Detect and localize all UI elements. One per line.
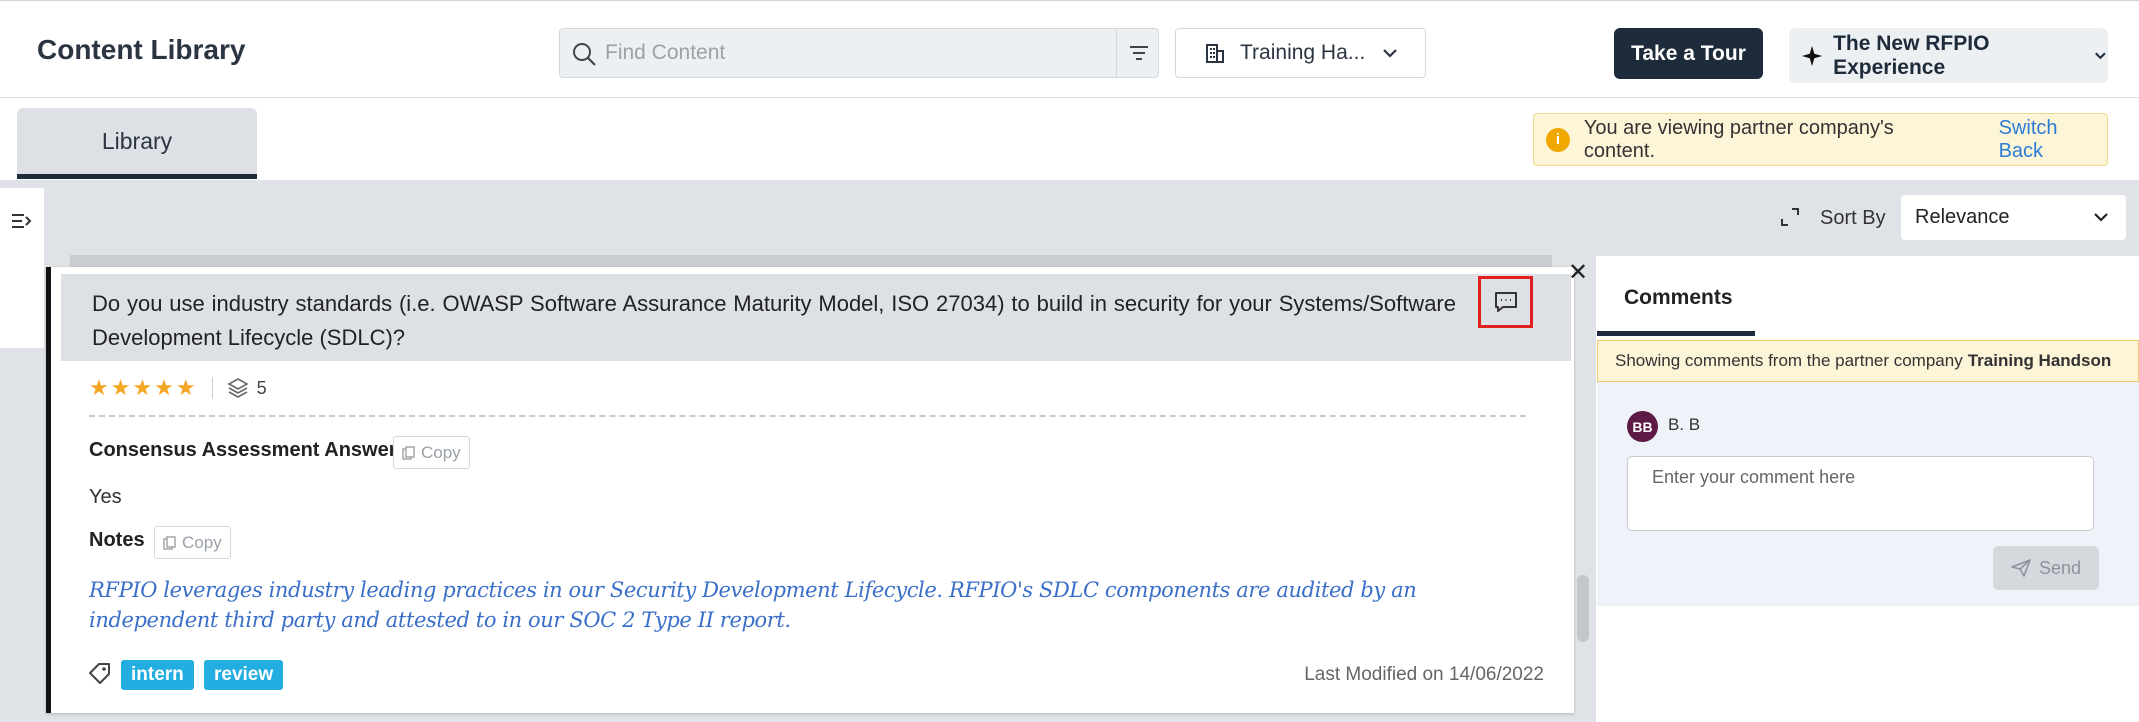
- divider: [211, 377, 213, 399]
- app-header: Content Library Training Ha... Take a: [0, 0, 2139, 98]
- send-button[interactable]: Send: [1993, 546, 2099, 590]
- send-label: Send: [2038, 557, 2082, 578]
- content-card: Do you use industry standards (i.e. OWAS…: [46, 267, 1574, 713]
- layers-count: 5: [256, 377, 267, 398]
- company-select[interactable]: Training Ha...: [1175, 28, 1426, 78]
- layers-icon: [226, 378, 249, 398]
- sort-by-label: Sort By: [1820, 207, 1886, 229]
- tag-icon: [89, 663, 110, 684]
- sparkle-icon: [1801, 45, 1823, 66]
- copy-notes-button[interactable]: Copy: [154, 526, 231, 559]
- sidebar-strip: [0, 253, 44, 348]
- sort-select[interactable]: Relevance: [1901, 195, 2126, 240]
- question-header: Do you use industry standards (i.e. OWAS…: [61, 274, 1571, 361]
- notes-text: RFPIO leverages industry leading practic…: [89, 578, 1417, 632]
- search-bar: [559, 28, 1159, 78]
- comments-tab-indicator: [1597, 331, 1755, 336]
- avatar: BB: [1627, 411, 1658, 442]
- expand-sidebar-icon: [12, 213, 32, 228]
- partner-banner-text: Showing comments from the partner compan…: [1615, 351, 1963, 370]
- sort-select-value: Relevance: [1915, 206, 2010, 228]
- comment-composer: BB B. B Send: [1597, 382, 2139, 606]
- copy-label: Copy: [182, 532, 222, 552]
- answers-label: Consensus Assessment Answers: [89, 439, 408, 461]
- info-icon: i: [1546, 127, 1570, 152]
- card-stack-edge: [70, 255, 1552, 267]
- chevron-down-icon: [1383, 49, 1397, 58]
- last-modified: Last Modified on 14/06/2022: [1304, 664, 1544, 686]
- copy-answer-button[interactable]: Copy: [393, 436, 470, 469]
- chevron-down-icon: [2095, 52, 2106, 59]
- expand-icon[interactable]: [1778, 205, 1802, 229]
- new-experience-label: The New RFPIO Experience: [1833, 31, 1990, 79]
- close-panel-button[interactable]: ✕: [1568, 258, 1588, 287]
- partner-notice: i You are viewing partner company's cont…: [1533, 113, 2108, 166]
- new-experience-button[interactable]: The New RFPIO Experience: [1789, 28, 2108, 83]
- answer-text: Yes: [89, 486, 122, 508]
- comments-panel: Comments Showing comments from the partn…: [1596, 256, 2139, 722]
- user-name: B. B: [1668, 415, 1701, 434]
- switch-back-link[interactable]: Switch Back: [1999, 117, 2107, 163]
- company-select-label: Training Ha...: [1240, 41, 1366, 64]
- building-icon: [1206, 44, 1224, 63]
- copy-icon: [402, 445, 415, 460]
- chevron-down-icon: [2094, 213, 2108, 222]
- tag-chip[interactable]: intern: [121, 660, 194, 690]
- filter-button[interactable]: [1116, 29, 1160, 77]
- divider: [89, 415, 1526, 417]
- copy-icon: [163, 535, 176, 550]
- question-text: Do you use industry standards (i.e. OWAS…: [92, 291, 1456, 350]
- comments-title[interactable]: Comments: [1624, 286, 1733, 310]
- last-modified-label: Last Modified on: [1304, 664, 1444, 685]
- comment-input[interactable]: [1627, 456, 2094, 531]
- send-icon: [2011, 559, 2031, 577]
- partner-comments-banner: Showing comments from the partner compan…: [1597, 340, 2139, 382]
- comments-button[interactable]: [1478, 276, 1533, 328]
- partner-company-name: Training Handson: [1967, 351, 2112, 370]
- sidebar-toggle-button[interactable]: [0, 188, 44, 253]
- tag-chip[interactable]: review: [204, 660, 284, 690]
- search-icon: [573, 43, 596, 66]
- partner-notice-text: You are viewing partner company's conten…: [1583, 116, 1894, 162]
- tab-library[interactable]: Library: [17, 108, 257, 179]
- search-input[interactable]: [605, 29, 1105, 77]
- comment-icon: [1494, 292, 1517, 312]
- last-modified-date: 14/06/2022: [1448, 664, 1544, 685]
- star-rating[interactable]: ★★★★★: [89, 375, 198, 401]
- copy-label: Copy: [421, 442, 461, 462]
- rating-row: ★★★★★ 5: [89, 373, 267, 403]
- page-title: Content Library: [37, 34, 246, 65]
- notes-label: Notes: [89, 529, 145, 551]
- filter-icon: [1129, 46, 1148, 60]
- take-tour-button[interactable]: Take a Tour: [1614, 28, 1763, 79]
- scrollbar[interactable]: [1577, 575, 1589, 642]
